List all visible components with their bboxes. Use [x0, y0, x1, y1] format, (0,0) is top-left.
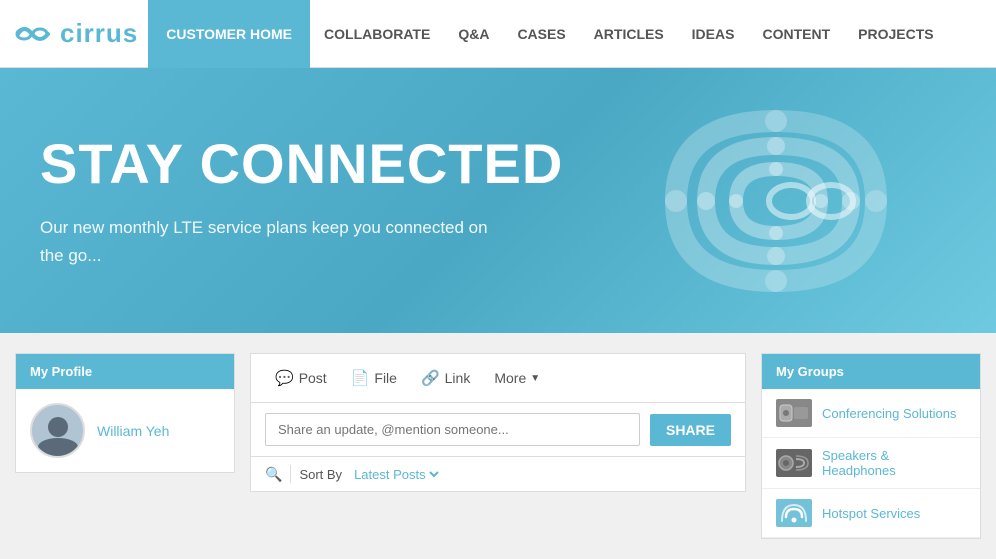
logo-icon — [10, 19, 54, 49]
feed-action-bar: 💬 Post 📄 File 🔗 Link More ▼ — [250, 353, 746, 403]
hero-graphic — [616, 91, 936, 311]
nav-item-qa[interactable]: Q&A — [444, 0, 503, 68]
conferencing-icon — [776, 399, 812, 427]
share-button[interactable]: SHARE — [650, 414, 731, 446]
post-label: Post — [299, 370, 327, 386]
file-button[interactable]: 📄 File — [341, 364, 407, 392]
separator — [290, 465, 291, 483]
nav-item-ideas[interactable]: IDEAS — [678, 0, 749, 68]
groups-header: My Groups — [762, 354, 980, 389]
link-label: Link — [445, 370, 471, 386]
share-input[interactable] — [265, 413, 640, 446]
sort-select[interactable]: Latest Posts — [350, 466, 442, 483]
main-nav: CUSTOMER HOME COLLABORATE Q&A CASES ARTI… — [148, 0, 947, 68]
nav-item-content[interactable]: CONTENT — [748, 0, 844, 68]
group-speakers-label: Speakers & Headphones — [822, 448, 966, 478]
share-area: SHARE — [250, 403, 746, 457]
left-sidebar: My Profile William Yeh — [15, 353, 235, 539]
nav-item-collaborate[interactable]: COLLABORATE — [310, 0, 444, 68]
post-button[interactable]: 💬 Post — [265, 364, 337, 392]
nav-item-cases[interactable]: CASES — [503, 0, 579, 68]
hero-title: STAY CONNECTED — [40, 131, 563, 196]
groups-card: My Groups Conferencing Solutions — [761, 353, 981, 539]
speakers-icon — [776, 449, 812, 477]
profile-card-body: William Yeh — [16, 389, 234, 472]
header: cirrus CUSTOMER HOME COLLABORATE Q&A CAS… — [0, 0, 996, 68]
link-button[interactable]: 🔗 Link — [411, 364, 480, 392]
content-area: My Profile William Yeh 💬 Post 📄 File — [0, 333, 996, 559]
search-icon: 🔍 — [265, 466, 282, 483]
profile-username[interactable]: William Yeh — [97, 423, 169, 439]
sort-label: Sort By — [299, 467, 342, 482]
hero-banner: STAY CONNECTED Our new monthly LTE servi… — [0, 68, 996, 333]
post-icon: 💬 — [275, 369, 294, 387]
hero-subtitle: Our new monthly LTE service plans keep y… — [40, 214, 490, 270]
profile-card: My Profile William Yeh — [15, 353, 235, 473]
wifi-graphic — [616, 91, 936, 311]
avatar — [30, 403, 85, 458]
file-icon: 📄 — [351, 369, 370, 387]
logo-area: cirrus — [10, 18, 138, 49]
hero-text-block: STAY CONNECTED Our new monthly LTE servi… — [40, 131, 563, 270]
group-item-speakers[interactable]: Speakers & Headphones — [762, 438, 980, 489]
right-sidebar: My Groups Conferencing Solutions — [761, 353, 981, 539]
group-conferencing-label: Conferencing Solutions — [822, 406, 956, 421]
file-label: File — [374, 370, 397, 386]
nav-item-customer-home[interactable]: CUSTOMER HOME — [148, 0, 310, 68]
more-button[interactable]: More ▼ — [484, 365, 550, 391]
link-icon: 🔗 — [421, 369, 440, 387]
logo-text: cirrus — [60, 18, 138, 49]
feed-sort-bar: 🔍 Sort By Latest Posts — [250, 457, 746, 492]
group-hotspot-label: Hotspot Services — [822, 506, 920, 521]
chevron-down-icon: ▼ — [530, 373, 540, 384]
profile-card-header: My Profile — [16, 354, 234, 389]
main-feed: 💬 Post 📄 File 🔗 Link More ▼ SHARE 🔍 — [250, 353, 746, 539]
more-label: More — [494, 370, 526, 386]
nav-item-projects[interactable]: PROJECTS — [844, 0, 947, 68]
group-item-hotspot[interactable]: Hotspot Services — [762, 489, 980, 538]
hotspot-icon — [776, 499, 812, 527]
group-item-conferencing[interactable]: Conferencing Solutions — [762, 389, 980, 438]
nav-item-articles[interactable]: ARTICLES — [580, 0, 678, 68]
